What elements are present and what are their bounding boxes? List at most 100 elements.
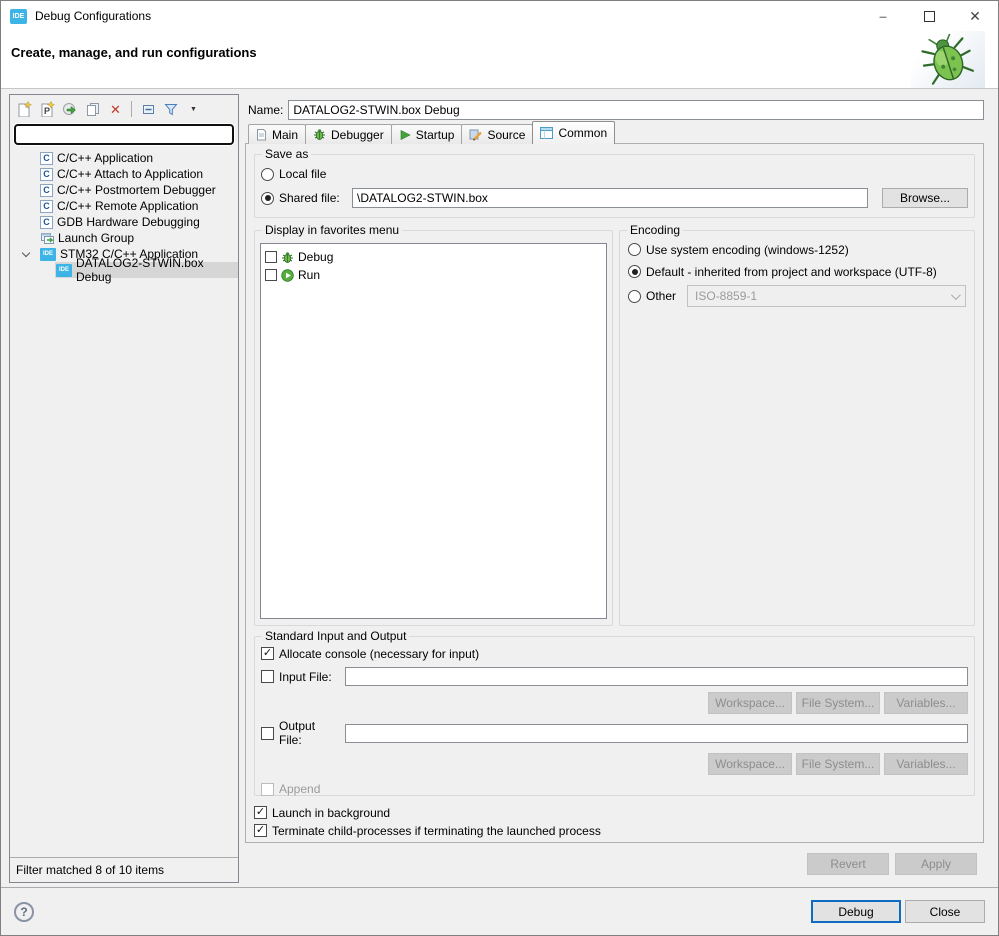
other-encoding-radio[interactable]: [628, 289, 641, 303]
table-icon: [540, 127, 554, 139]
bug-artwork: [911, 31, 985, 88]
append-label: Append: [279, 782, 321, 796]
apply-button[interactable]: Apply: [895, 853, 977, 875]
terminate-child-processes-checkbox[interactable]: ✓: [254, 824, 267, 837]
filter-button[interactable]: [160, 99, 181, 120]
bug-icon: [314, 129, 326, 140]
new-configuration-button[interactable]: [13, 99, 34, 120]
page-title: Create, manage, and run configurations: [11, 45, 257, 60]
debug-button[interactable]: Debug: [811, 900, 901, 923]
encoding-combobox[interactable]: ISO-8859-1: [687, 285, 966, 307]
help-button[interactable]: ?: [14, 901, 34, 922]
tree-item-datalog2-debug[interactable]: IDE DATALOG2-STWIN.box Debug: [10, 256, 238, 284]
tree-item-gdb-hardware[interactable]: C GDB Hardware Debugging: [10, 214, 238, 230]
browse-button[interactable]: Browse...: [882, 188, 968, 208]
output-variables-button[interactable]: Variables...: [884, 753, 968, 775]
favorite-item-debug[interactable]: Debug: [265, 248, 602, 266]
ide-icon: IDE: [40, 247, 56, 261]
tab-common[interactable]: Common: [532, 121, 616, 144]
c-app-icon: C: [40, 183, 53, 197]
shared-file-input[interactable]: [352, 188, 868, 208]
close-button[interactable]: Close: [905, 900, 985, 923]
common-tab-content: Save as Local file Shared file: Browse..…: [245, 143, 984, 843]
collapse-all-button[interactable]: [137, 99, 158, 120]
tree-item-launch-group[interactable]: Launch Group: [10, 230, 238, 246]
output-filesystem-button[interactable]: File System...: [796, 753, 880, 775]
view-menu-button[interactable]: ▼: [183, 99, 204, 120]
configuration-tree: C C/C++ Application C C/C++ Attach to Ap…: [10, 147, 238, 857]
sidebar-toolbar: P ✕ ▼: [10, 95, 238, 121]
tab-main[interactable]: Main: [248, 124, 307, 144]
input-filesystem-button[interactable]: File System...: [796, 692, 880, 714]
tree-item-cpp-attach[interactable]: C C/C++ Attach to Application: [10, 166, 238, 182]
filter-icon: [163, 104, 178, 116]
window-title: Debug Configurations: [35, 9, 152, 23]
favorite-item-run[interactable]: Run: [265, 266, 602, 284]
input-variables-button[interactable]: Variables...: [884, 692, 968, 714]
titlebar[interactable]: IDE Debug Configurations – ✕: [1, 1, 998, 31]
input-file-checkbox[interactable]: [261, 670, 274, 683]
maximize-button[interactable]: [906, 1, 952, 31]
chevron-expanded-icon[interactable]: [21, 248, 31, 258]
tab-label: Startup: [415, 127, 455, 142]
terminate-child-processes-label: Terminate child-processes if terminating…: [272, 823, 601, 838]
encoding-legend: Encoding: [627, 223, 684, 237]
tree-item-label: C/C++ Postmortem Debugger: [57, 183, 216, 197]
tab-startup[interactable]: Startup: [390, 124, 463, 144]
delete-button[interactable]: ✕: [105, 99, 126, 120]
app-ide-icon: IDE: [10, 8, 27, 24]
debug-favorite-checkbox[interactable]: [265, 251, 277, 263]
filter-configurations-input[interactable]: [13, 123, 235, 146]
tree-item-label: C/C++ Application: [57, 151, 154, 165]
c-app-icon: C: [40, 167, 53, 181]
shared-file-radio[interactable]: [261, 191, 274, 205]
debug-configurations-dialog: IDE Debug Configurations – ✕ Create, man…: [0, 0, 999, 936]
new-prototype-button[interactable]: P: [36, 99, 57, 120]
default-encoding-radio[interactable]: [628, 265, 641, 278]
maximize-icon: [923, 10, 935, 22]
stdio-group: Standard Input and Output ✓ Allocate con…: [254, 629, 975, 796]
configuration-name-input[interactable]: [288, 100, 984, 120]
bug-icon: [282, 251, 293, 263]
bug-icon: [921, 34, 975, 85]
append-checkbox[interactable]: [261, 782, 274, 796]
input-file-field[interactable]: [345, 667, 968, 686]
allocate-console-label: Allocate console (necessary for input): [279, 646, 480, 661]
tree-item-label: Launch Group: [58, 231, 135, 245]
save-as-group: Save as Local file Shared file: Browse..…: [254, 147, 975, 218]
svg-text:P: P: [44, 106, 50, 116]
c-app-icon: C: [40, 199, 53, 213]
revert-button[interactable]: Revert: [807, 853, 889, 875]
allocate-console-checkbox[interactable]: ✓: [261, 647, 274, 660]
toolbar-separator: [131, 101, 132, 117]
minimize-button[interactable]: –: [860, 1, 906, 31]
window-controls: – ✕: [860, 1, 998, 31]
launch-in-background-label: Launch in background: [272, 805, 391, 820]
tree-item-cpp-remote[interactable]: C C/C++ Remote Application: [10, 198, 238, 214]
duplicate-button[interactable]: [82, 99, 103, 120]
output-workspace-button[interactable]: Workspace...: [708, 753, 792, 775]
tree-item-cpp-postmortem[interactable]: C C/C++ Postmortem Debugger: [10, 182, 238, 198]
close-window-button[interactable]: ✕: [952, 1, 998, 31]
system-encoding-label: Use system encoding (windows-1252): [646, 242, 849, 257]
input-workspace-button[interactable]: Workspace...: [708, 692, 792, 714]
launch-in-background-checkbox[interactable]: ✓: [254, 806, 267, 819]
tab-label: Common: [558, 126, 608, 140]
tree-item-label: DATALOG2-STWIN.box Debug: [76, 256, 204, 284]
tab-debugger[interactable]: Debugger: [305, 124, 392, 144]
local-file-radio[interactable]: [261, 167, 274, 181]
run-favorite-checkbox[interactable]: [265, 269, 277, 281]
tree-item-cpp-application[interactable]: C C/C++ Application: [10, 150, 238, 166]
system-encoding-radio[interactable]: [628, 243, 641, 256]
output-file-checkbox[interactable]: [261, 726, 274, 740]
favorites-list[interactable]: Debug Run: [260, 243, 607, 619]
play-icon: [400, 129, 411, 140]
output-file-field[interactable]: [345, 723, 968, 743]
favorites-group: Display in favorites menu Debug Run: [254, 223, 613, 626]
encoding-group: Encoding Use system encoding (windows-12…: [619, 223, 975, 626]
tab-source[interactable]: Source: [461, 124, 534, 144]
export-configuration-button[interactable]: [59, 99, 80, 120]
input-file-label: Input File:: [279, 669, 332, 684]
encoding-combobox-value: ISO-8859-1: [695, 289, 758, 303]
chevron-down-icon: [950, 289, 961, 300]
